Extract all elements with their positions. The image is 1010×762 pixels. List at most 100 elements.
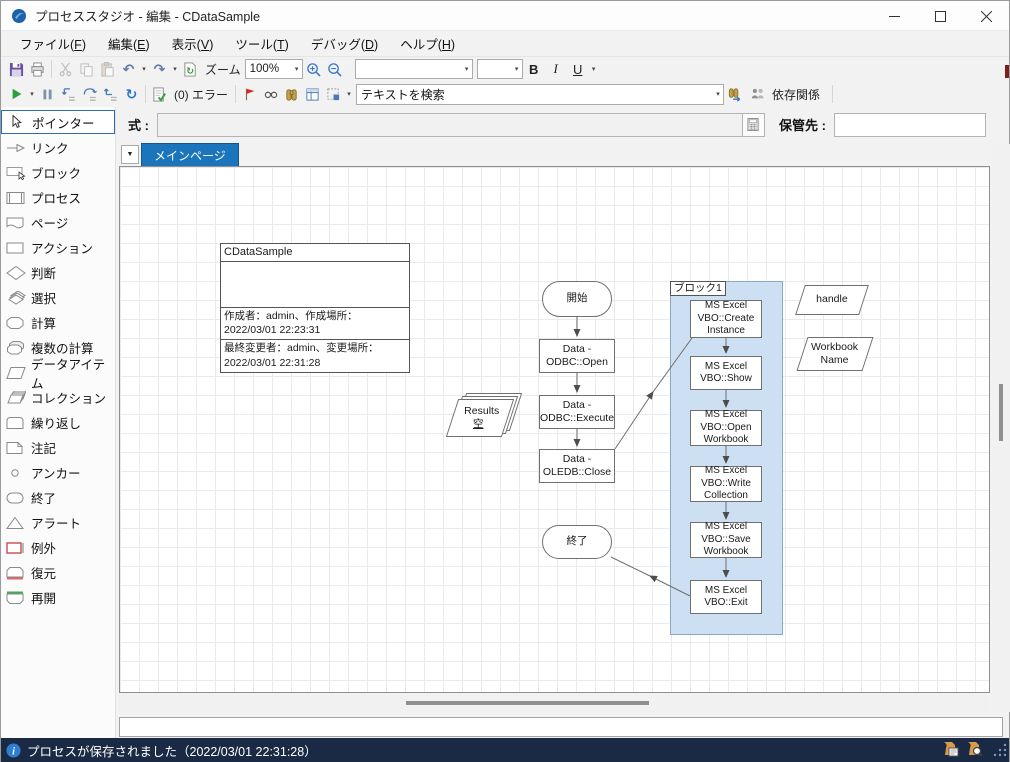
tab-main-page[interactable]: メインページ	[141, 143, 239, 166]
run-button[interactable]	[6, 84, 27, 105]
find-in-process-button[interactable]	[281, 84, 302, 105]
node-end[interactable]: 終了	[542, 525, 612, 559]
pause-button[interactable]	[37, 84, 58, 105]
node-data-handle[interactable]: handle	[795, 285, 869, 315]
page-selector-dropdown[interactable]: ▼	[121, 145, 139, 164]
refresh-page-button[interactable]: ↻	[180, 59, 201, 80]
node-excel-create-instance[interactable]: MS Excel VBO::Create Instance	[690, 300, 762, 338]
bold-button[interactable]: B	[523, 59, 545, 80]
step-into-button[interactable]	[58, 84, 79, 105]
tool-loop[interactable]: 繰り返し	[1, 410, 115, 435]
grid-view-button[interactable]	[302, 84, 323, 105]
tool-exception[interactable]: 例外	[1, 535, 115, 560]
zoom-in-button[interactable]	[303, 59, 324, 80]
menu-file[interactable]: ファイル(F)	[9, 31, 97, 56]
underline-button[interactable]: U	[567, 59, 589, 80]
tool-page[interactable]: ページ	[1, 210, 115, 235]
horizontal-scrollbar-thumb[interactable]	[406, 701, 649, 705]
node-excel-open-workbook[interactable]: MS Excel VBO::Open Workbook	[690, 409, 762, 446]
tool-process[interactable]: プロセス	[1, 185, 115, 210]
tool-end[interactable]: 終了	[1, 485, 115, 510]
italic-button[interactable]: I	[545, 59, 567, 80]
zoom-out-button[interactable]	[324, 59, 345, 80]
copy-button[interactable]	[76, 59, 97, 80]
horizontal-scrollbar[interactable]	[119, 695, 990, 712]
undo-button[interactable]: ↶	[118, 59, 139, 80]
vertical-scrollbar-thumb[interactable]	[999, 384, 1003, 441]
text-search-combo[interactable]: ▾	[356, 83, 725, 105]
find-next-button[interactable]	[724, 84, 745, 105]
recover-icon	[6, 566, 24, 579]
tool-block[interactable]: ブロック	[1, 160, 115, 185]
watch-button[interactable]	[260, 84, 281, 105]
tool-decision[interactable]: 判断	[1, 260, 115, 285]
node-excel-write-collection[interactable]: MS Excel VBO::Write Collection	[690, 465, 762, 502]
font-family-select[interactable]: ▾	[354, 59, 473, 79]
tool-link[interactable]: リンク	[1, 135, 115, 160]
tab-caret-icon: ▼	[126, 151, 134, 158]
process-studio-window: プロセススタジオ - 編集 - CDataSample ファイル(F) 編集(E…	[0, 0, 1010, 762]
minimize-button[interactable]	[871, 1, 917, 31]
process-info-box[interactable]: CDataSample 作成者：admin、作成場所： 2022/03/01 2…	[220, 243, 410, 373]
dependencies-button[interactable]: 依存関係	[745, 86, 829, 103]
tool-data-item[interactable]: データアイテム	[1, 358, 115, 391]
maximize-button[interactable]	[917, 1, 963, 31]
error-count-button[interactable]: (0) エラー	[174, 86, 228, 103]
redo-button[interactable]: ↷	[149, 59, 170, 80]
menu-edit[interactable]: 編集(E)	[97, 31, 161, 56]
tool-anchor[interactable]: アンカー	[1, 460, 115, 485]
tool-calculation[interactable]: 計算	[1, 310, 115, 335]
menu-help[interactable]: ヘルプ(H)	[389, 31, 466, 56]
end-icon	[6, 492, 24, 503]
font-size-select[interactable]: ▾	[476, 59, 523, 79]
validate-report-icon[interactable]	[942, 741, 959, 757]
tool-recover[interactable]: 復元	[1, 560, 115, 585]
search-page-icon[interactable]	[966, 741, 983, 757]
tool-note[interactable]: 注記	[1, 435, 115, 460]
tool-choice[interactable]: 選択	[1, 285, 115, 310]
menu-view[interactable]: 表示(V)	[161, 31, 225, 56]
tool-pointer[interactable]: ポインター	[1, 110, 115, 134]
expression-input[interactable]	[157, 113, 742, 136]
zoom-select[interactable]: 100% ▾	[244, 59, 303, 79]
node-oledb-close[interactable]: Data - OLEDB::Close	[539, 449, 615, 483]
close-button[interactable]	[963, 1, 1009, 31]
tool-action[interactable]: アクション	[1, 235, 115, 260]
cut-button[interactable]	[55, 59, 76, 80]
node-results-collection[interactable]: Results 空	[445, 393, 523, 437]
process-canvas[interactable]: ブロック1 CDataSample 作成者：admin、作成場所： 2022/0…	[119, 166, 990, 693]
restart-button[interactable]: ↻	[121, 84, 142, 105]
print-button[interactable]	[27, 59, 48, 80]
tool-resume[interactable]: 再開	[1, 585, 115, 610]
menu-debug[interactable]: デバッグ(D)	[300, 31, 389, 56]
tool-alert[interactable]: アラート	[1, 510, 115, 535]
snap-caret-icon[interactable]: ▾	[344, 90, 354, 98]
expression-editor-button[interactable]	[741, 113, 764, 136]
store-in-input[interactable]	[840, 117, 1010, 132]
redo-caret-icon[interactable]: ▾	[170, 65, 180, 73]
paste-button[interactable]	[97, 59, 118, 80]
tool-label: 繰り返し	[31, 417, 82, 431]
node-start[interactable]: 開始	[542, 281, 612, 317]
node-odbc-open[interactable]: Data - ODBC::Open	[539, 339, 615, 373]
validate-button[interactable]	[149, 84, 170, 105]
format-caret-icon[interactable]: ▾	[589, 65, 599, 73]
breakpoint-flag-button[interactable]	[239, 84, 260, 105]
text-search-input[interactable]	[357, 87, 714, 101]
menu-tools[interactable]: ツール(T)	[224, 31, 299, 56]
node-odbc-execute[interactable]: Data - ODBC::Execute	[539, 395, 615, 429]
step-over-button[interactable]	[79, 84, 100, 105]
block1-label[interactable]: ブロック1	[670, 281, 726, 296]
node-excel-save-workbook[interactable]: MS Excel VBO::Save Workbook	[690, 521, 762, 558]
vertical-scrollbar[interactable]	[992, 144, 1010, 712]
save-button[interactable]	[6, 59, 27, 80]
node-excel-show[interactable]: MS Excel VBO::Show	[690, 356, 762, 390]
step-out-button[interactable]	[100, 84, 121, 105]
node-excel-exit[interactable]: MS Excel VBO::Exit	[690, 580, 762, 614]
run-caret-icon[interactable]: ▾	[27, 90, 37, 98]
undo-caret-icon[interactable]: ▾	[139, 65, 149, 73]
node-data-workbook-name[interactable]: Workbook Name	[796, 337, 874, 371]
tool-collection[interactable]: コレクション	[1, 385, 115, 410]
snap-to-grid-button[interactable]	[323, 84, 344, 105]
resize-grip[interactable]	[993, 743, 1007, 757]
